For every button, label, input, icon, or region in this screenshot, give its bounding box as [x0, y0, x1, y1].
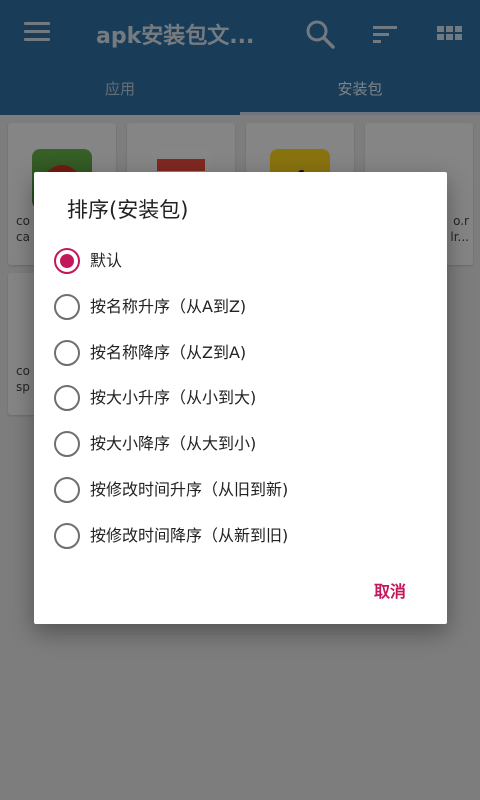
sort-dialog: 排序(安装包) 默认 按名称升序（从A到Z) 按名称降序（从Z到A) 按大小升序…: [34, 172, 447, 624]
sort-option-label: 按名称降序（从Z到A): [90, 343, 247, 362]
radio-button[interactable]: [54, 477, 80, 503]
radio-button[interactable]: [54, 294, 80, 320]
radio-button[interactable]: [54, 431, 80, 457]
sort-option-label: 按修改时间降序（从新到旧): [90, 526, 289, 545]
sort-option-label: 按修改时间升序（从旧到新): [90, 480, 289, 499]
sort-option-label: 按大小升序（从小到大): [90, 388, 257, 407]
sort-option-label: 按大小降序（从大到小): [90, 434, 257, 453]
sort-option-name-asc[interactable]: 按名称升序（从A到Z): [54, 286, 434, 326]
radio-button-checked[interactable]: [54, 248, 80, 274]
radio-button[interactable]: [54, 340, 80, 366]
sort-option-default[interactable]: 默认: [54, 240, 434, 280]
sort-option-label: 按名称升序（从A到Z): [90, 297, 247, 316]
sort-option-label: 默认: [90, 251, 123, 270]
radio-button[interactable]: [54, 385, 80, 411]
cancel-button[interactable]: 取消: [360, 574, 420, 610]
sort-option-name-desc[interactable]: 按名称降序（从Z到A): [54, 332, 434, 372]
sort-option-size-asc[interactable]: 按大小升序（从小到大): [54, 377, 434, 417]
dialog-title: 排序(安装包): [67, 198, 189, 222]
radio-button[interactable]: [54, 523, 80, 549]
sort-option-mtime-desc[interactable]: 按修改时间降序（从新到旧): [54, 515, 434, 555]
sort-option-size-desc[interactable]: 按大小降序（从大到小): [54, 423, 434, 463]
sort-option-mtime-asc[interactable]: 按修改时间升序（从旧到新): [54, 469, 434, 509]
